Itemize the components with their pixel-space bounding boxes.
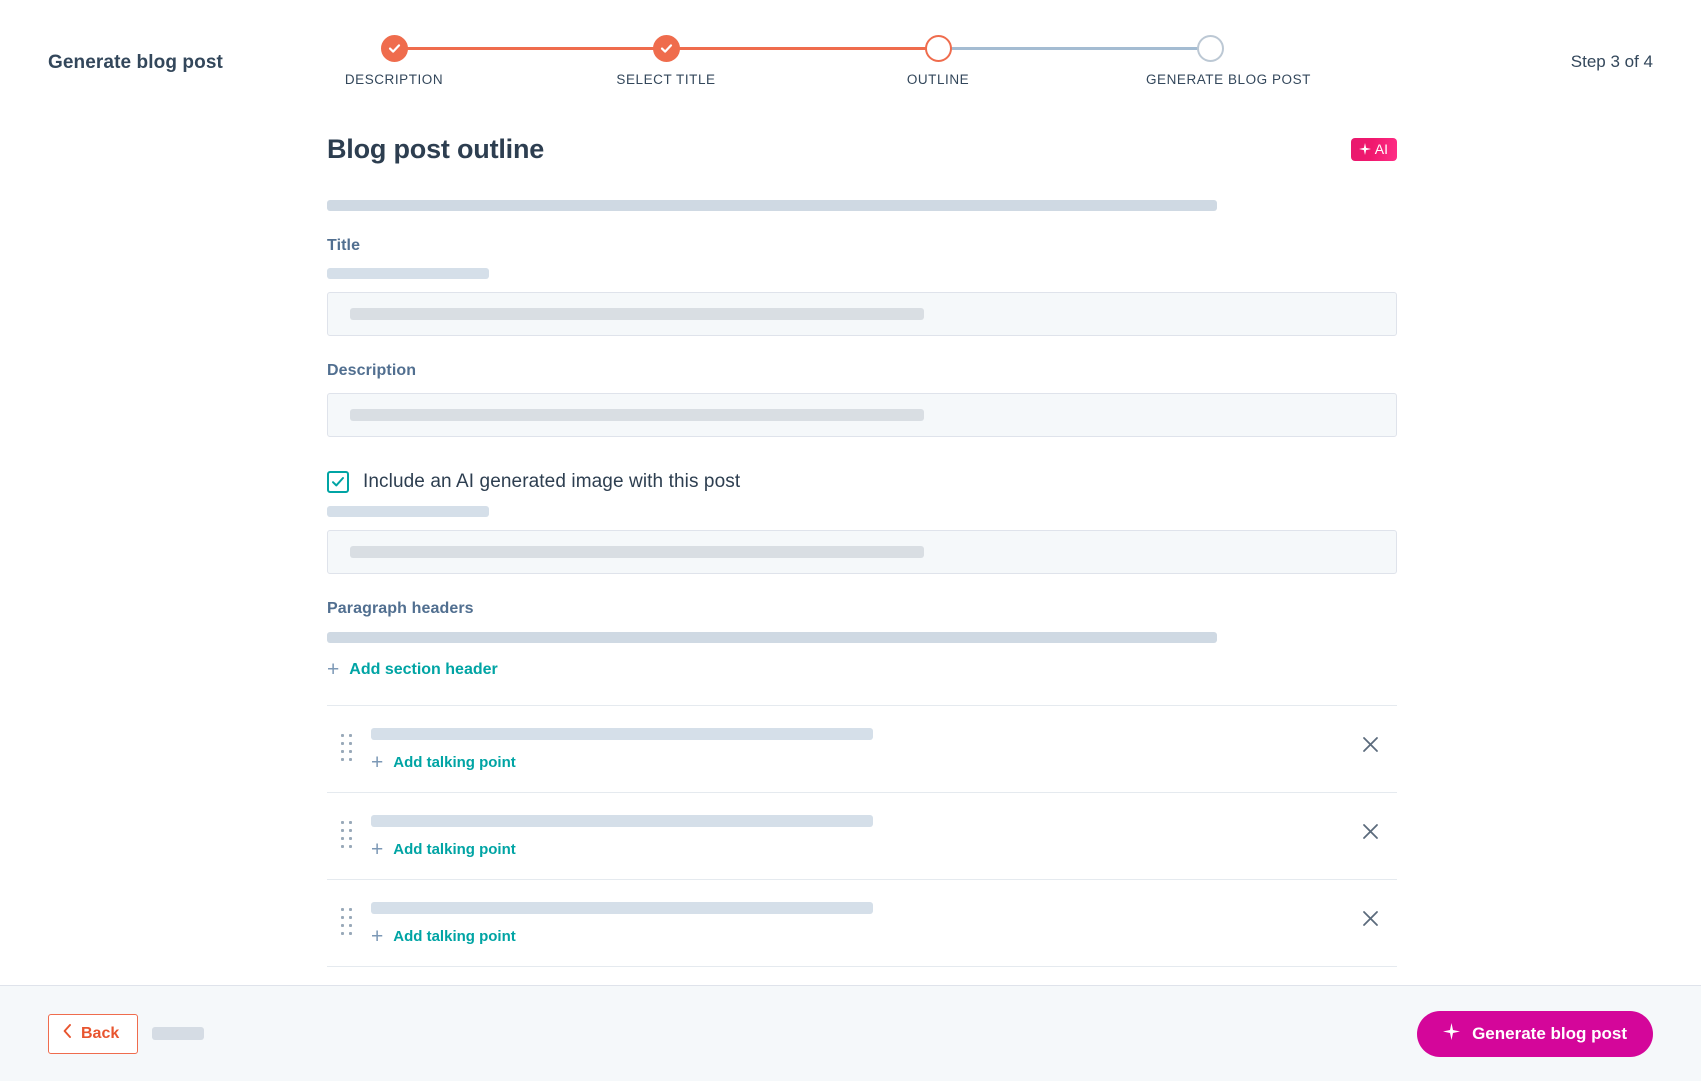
check-icon	[383, 37, 406, 60]
close-icon	[1362, 736, 1379, 753]
paragraph-headers-skeleton	[327, 632, 1217, 643]
outline-form: Blog post outline AI Title Description	[327, 134, 1397, 967]
add-talking-point-button[interactable]: + Add talking point	[371, 752, 516, 773]
progress-stepper: DESCRIPTION SELECT TITLE OUTLINE GENERAT…	[330, 28, 1390, 98]
talking-point-skeleton	[371, 728, 873, 740]
step-circle-description[interactable]	[381, 35, 408, 62]
title-input-skeleton	[350, 308, 924, 320]
back-button[interactable]: Back	[48, 1014, 138, 1054]
talking-point-body: + Add talking point	[371, 728, 1397, 774]
add-talking-point-label: Add talking point	[393, 928, 515, 945]
add-talking-point-label: Add talking point	[393, 841, 515, 858]
step-label-select-title: SELECT TITLE	[602, 72, 730, 87]
talking-point-list: + Add talking point + Add talking point	[327, 705, 1397, 967]
description-label: Description	[327, 362, 1397, 380]
title-label: Title	[327, 237, 1397, 255]
drag-handle-icon[interactable]	[341, 734, 353, 768]
back-label: Back	[81, 1025, 119, 1043]
chevron-left-icon	[63, 1024, 72, 1043]
generate-blog-post-button[interactable]: Generate blog post	[1417, 1011, 1653, 1057]
step-circle-outline[interactable]	[925, 35, 952, 62]
outline-skeleton-bar	[327, 200, 1217, 211]
plus-icon: +	[371, 926, 383, 947]
include-ai-image-label: Include an AI generated image with this …	[363, 471, 740, 493]
step-select-title[interactable]: SELECT TITLE	[602, 28, 730, 87]
step-label-description: DESCRIPTION	[330, 72, 458, 87]
step-circle-select-title[interactable]	[653, 35, 680, 62]
sparkle-icon	[1359, 143, 1371, 155]
talking-point-skeleton	[371, 815, 873, 827]
page-title: Generate blog post	[48, 52, 223, 74]
description-input[interactable]	[327, 393, 1397, 437]
ai-image-input[interactable]	[327, 530, 1397, 574]
description-input-skeleton	[350, 409, 924, 421]
ai-badge-button[interactable]: AI	[1351, 138, 1397, 161]
step-generate-blog-post[interactable]: GENERATE BLOG POST	[1146, 28, 1274, 87]
ai-badge-label: AI	[1375, 142, 1388, 156]
step-description[interactable]: DESCRIPTION	[330, 28, 458, 87]
paragraph-headers-block: Paragraph headers + Add section header	[327, 600, 1397, 681]
main-content: Blog post outline AI Title Description	[0, 110, 1701, 985]
include-ai-image-row[interactable]: Include an AI generated image with this …	[327, 471, 1397, 493]
remove-section-button[interactable]	[1357, 818, 1383, 844]
include-ai-image-checkbox[interactable]	[327, 471, 349, 493]
step-counter: Step 3 of 4	[1571, 52, 1653, 72]
table-row[interactable]: + Add talking point	[327, 879, 1397, 967]
plus-icon: +	[371, 752, 383, 773]
footer-skeleton-bar	[152, 1027, 204, 1040]
drag-handle-icon[interactable]	[341, 821, 353, 855]
step-label-outline: OUTLINE	[874, 72, 1002, 87]
drag-handle-icon[interactable]	[341, 908, 353, 942]
ai-image-skeleton-bar	[327, 506, 489, 517]
title-input[interactable]	[327, 292, 1397, 336]
talking-point-skeleton	[371, 902, 873, 914]
table-row[interactable]: + Add talking point	[327, 792, 1397, 879]
talking-point-body: + Add talking point	[371, 902, 1397, 948]
description-field-block: Description	[327, 362, 1397, 437]
talking-point-body: + Add talking point	[371, 815, 1397, 861]
sparkle-icon	[1443, 1023, 1460, 1045]
paragraph-headers-label: Paragraph headers	[327, 600, 1397, 618]
panel-header: Blog post outline AI	[327, 134, 1397, 186]
plus-icon: +	[327, 659, 339, 680]
panel-title: Blog post outline	[327, 134, 1397, 165]
remove-section-button[interactable]	[1357, 731, 1383, 757]
add-section-header-label: Add section header	[349, 661, 497, 679]
wizard-header: Generate blog post DESCRIPTION SELECT TI…	[0, 0, 1701, 110]
generate-blog-post-label: Generate blog post	[1472, 1024, 1627, 1044]
remove-section-button[interactable]	[1357, 905, 1383, 931]
close-icon	[1362, 823, 1379, 840]
add-talking-point-button[interactable]: + Add talking point	[371, 839, 516, 860]
add-section-header-button[interactable]: + Add section header	[327, 659, 498, 680]
title-field-block: Title	[327, 237, 1397, 336]
add-talking-point-button[interactable]: + Add talking point	[371, 926, 516, 947]
step-circle-generate-blog-post[interactable]	[1197, 35, 1224, 62]
step-outline[interactable]: OUTLINE	[874, 28, 1002, 87]
table-row[interactable]: + Add talking point	[327, 705, 1397, 792]
add-talking-point-label: Add talking point	[393, 754, 515, 771]
wizard-footer: Back Generate blog post	[0, 985, 1701, 1081]
close-icon	[1362, 910, 1379, 927]
plus-icon: +	[371, 839, 383, 860]
step-label-generate-blog-post: GENERATE BLOG POST	[1146, 72, 1274, 87]
title-skeleton-bar	[327, 268, 489, 279]
check-icon	[655, 37, 678, 60]
ai-image-input-skeleton	[350, 546, 924, 558]
check-icon	[331, 475, 345, 489]
